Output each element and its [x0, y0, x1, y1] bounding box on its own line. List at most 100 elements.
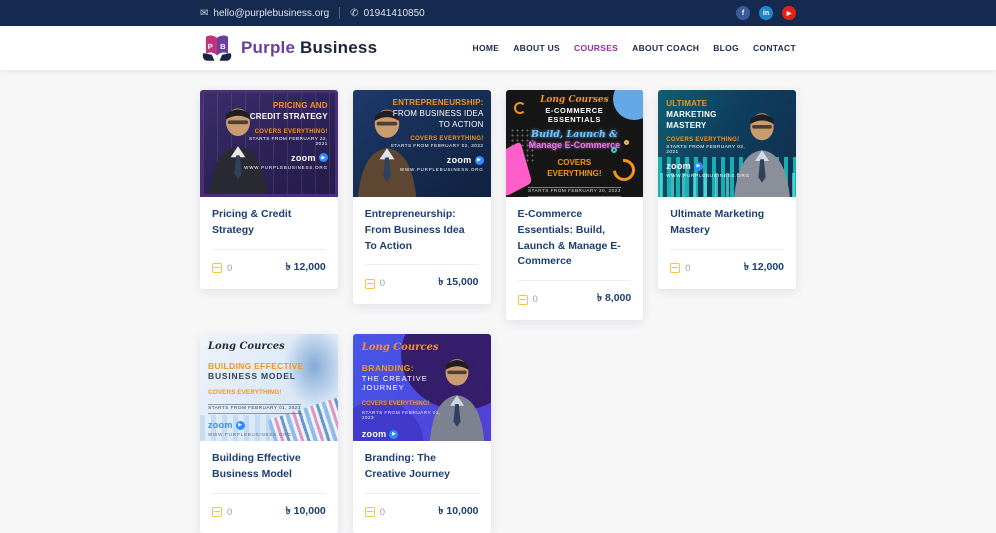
- phone-link[interactable]: ✆ 01941410850: [350, 8, 425, 19]
- lessons-count: 0: [212, 263, 232, 274]
- course-banner-entrepreneurship[interactable]: ENTREPRENEURSHIP: FROM BUSINESS IDEA TO …: [352, 90, 491, 197]
- course-banner-ecommerce[interactable]: Long Courses E-COMMERCE ESSENTIALS Build…: [505, 90, 644, 197]
- banner-title-line2: FROM BUSINESS IDEA TO ACTION: [392, 108, 484, 129]
- banner-covers: COVERS EVERYTHING!: [254, 128, 328, 135]
- zoom-wordmark: zoom: [208, 420, 233, 430]
- course-price: ৳ 12,000: [285, 260, 326, 273]
- lessons-count-value: 0: [532, 294, 538, 305]
- course-title[interactable]: Ultimate Marketing Mastery: [670, 207, 784, 239]
- zoom-wordmark: zoom: [666, 161, 691, 172]
- brand-name: Purple Business: [241, 38, 377, 58]
- youtube-icon[interactable]: ▶: [782, 6, 796, 20]
- course-title[interactable]: Entrepreneurship: From Business Idea To …: [365, 207, 479, 254]
- course-title[interactable]: Branding: The Creative Journey: [365, 451, 479, 483]
- course-banner-branding[interactable]: Long Cources BRANDING: THE CREATIVE JOUR…: [352, 334, 491, 441]
- banner-script: Long Courses: [540, 95, 609, 105]
- banner-title-line1: BRANDING:: [361, 363, 414, 373]
- zoom-video-icon: ▶: [474, 155, 484, 165]
- course-card-entrepreneurship[interactable]: ENTREPRENEURSHIP: FROM BUSINESS IDEA TO …: [352, 90, 491, 305]
- course-card-business-model[interactable]: Long Cources BUILDING EFFECTIVE BUSINESS…: [200, 334, 338, 533]
- nav-item-about-us[interactable]: ABOUT US: [513, 43, 560, 53]
- card-body: Pricing & Credit Strategy 0 ৳ 12,000: [200, 197, 338, 289]
- header: P B Purple Business HOME ABOUT US COURSE…: [0, 26, 996, 70]
- course-banner-pricing[interactable]: PRICING AND CREDIT STRATEGY COVERS EVERY…: [200, 90, 338, 197]
- email-link[interactable]: ✉ hello@purplebusiness.org: [200, 8, 329, 19]
- card-footer: 0 ৳ 12,000: [670, 250, 784, 277]
- lessons-count: 0: [670, 262, 691, 274]
- main-nav: HOME ABOUT US COURSES ABOUT COACH BLOG C…: [473, 43, 796, 53]
- zoom-wordmark: zoom: [361, 429, 387, 439]
- zoom-wordmark: zoom: [446, 155, 472, 166]
- svg-text:P: P: [208, 42, 213, 51]
- banner-script: Long Cources: [361, 342, 439, 353]
- banner-covers: COVERS EVERYTHING!: [410, 136, 484, 143]
- nav-item-contact[interactable]: CONTACT: [753, 43, 796, 53]
- course-card-marketing[interactable]: ULTIMATE MARKETING MASTERY COVERS EVERYT…: [658, 90, 796, 289]
- banner-script: Long Cources: [208, 341, 285, 352]
- nav-item-courses[interactable]: COURSES: [574, 43, 618, 53]
- course-price: ৳ 12,000: [743, 260, 784, 273]
- card-footer: 0 ৳ 15,000: [364, 265, 479, 292]
- banner-site: WWW.PURPLEBUSINESS.ORG: [208, 432, 292, 437]
- card-body: Entrepreneurship: From Business Idea To …: [353, 197, 491, 304]
- banner-title-line2: MARKETING MASTERY: [666, 109, 717, 130]
- lessons-count-value: 0: [685, 262, 691, 274]
- course-card-branding[interactable]: Long Cources BRANDING: THE CREATIVE JOUR…: [352, 334, 491, 533]
- nav-item-blog[interactable]: BLOG: [713, 43, 739, 53]
- card-footer: 0 ৳ 10,000: [364, 494, 479, 521]
- course-banner-business-model[interactable]: Long Cources BUILDING EFFECTIVE BUSINESS…: [200, 334, 338, 441]
- lessons-count-value: 0: [379, 278, 386, 290]
- nav-item-home[interactable]: HOME: [473, 43, 500, 53]
- topbar-inner: ✉ hello@purplebusiness.org ✆ 01941410850…: [200, 0, 796, 26]
- course-title[interactable]: Building Effective Business Model: [212, 451, 326, 483]
- brand-logo[interactable]: P B Purple Business: [200, 31, 377, 65]
- courses-section: PRICING AND CREDIT STRATEGY COVERS EVERY…: [200, 90, 796, 533]
- linkedin-icon[interactable]: in: [759, 6, 773, 20]
- zoom-logo: zoom ▶: [666, 161, 751, 171]
- envelope-icon: ✉: [200, 7, 209, 19]
- banner-title-line2: THE CREATIVE JOURNEY: [361, 374, 428, 392]
- lessons-icon: [670, 263, 681, 273]
- banner-title-line2: BUSINESS MODEL: [208, 371, 296, 381]
- course-card-pricing[interactable]: PRICING AND CREDIT STRATEGY COVERS EVERY…: [200, 90, 338, 289]
- zoom-logo: zoom ▶: [208, 420, 307, 430]
- lessons-count: 0: [517, 294, 538, 305]
- banner-covers: COVERS EVERYTHING!: [666, 137, 740, 144]
- zoom-video-icon: ▶: [693, 161, 703, 171]
- banner-site: WWW.PURPLEBUSINESS.ORG: [244, 164, 328, 170]
- banner-title-line2: CREDIT STRATEGY: [249, 111, 328, 121]
- email-text: hello@purplebusiness.org: [213, 7, 330, 19]
- course-title[interactable]: E-Commerce Essentials: Build, Launch & M…: [518, 207, 632, 270]
- facebook-icon[interactable]: f: [736, 6, 750, 20]
- course-banner-marketing[interactable]: ULTIMATE MARKETING MASTERY COVERS EVERYT…: [658, 90, 796, 197]
- zoom-video-icon: ▶: [389, 429, 399, 439]
- topbar: ✉ hello@purplebusiness.org ✆ 01941410850…: [0, 0, 996, 26]
- banner-starts: STARTS FROM FEBRUARY 22, 2021: [248, 136, 328, 147]
- banner-site: WWW.PURPLEBUSINESS.ORG: [666, 173, 750, 179]
- banner-starts: STARTS FROM FEBRUARY 01, 2023: [361, 411, 441, 421]
- lessons-count-value: 0: [227, 506, 233, 518]
- zoom-logo: zoom ▶: [362, 429, 450, 439]
- banner-covers: COVERS EVERYTHING!: [547, 158, 602, 179]
- lessons-count-value: 0: [379, 506, 386, 518]
- banner-starts: STARTS FROM FEBRUARY 01, 2023: [208, 403, 301, 414]
- lessons-icon: [364, 507, 375, 517]
- card-body: Ultimate Marketing Mastery 0 ৳ 12,000: [658, 197, 796, 289]
- course-title[interactable]: Pricing & Credit Strategy: [212, 207, 326, 239]
- social-group: f in ▶: [736, 6, 796, 20]
- lessons-icon: [212, 507, 222, 517]
- banner-covers: COVERS EVERYTHING!: [361, 401, 430, 407]
- zoom-logo: zoom ▶: [384, 155, 484, 166]
- course-card-ecommerce[interactable]: Long Courses E-COMMERCE ESSENTIALS Build…: [505, 90, 644, 320]
- card-body: Branding: The Creative Journey 0 ৳ 10,00…: [353, 441, 491, 533]
- banner-title-line1: PRICING AND: [272, 101, 328, 110]
- courses-grid: PRICING AND CREDIT STRATEGY COVERS EVERY…: [200, 90, 796, 533]
- banner-starts: STARTS FROM FEBRUARY 02, 2022: [390, 144, 484, 150]
- banner-title-line1: Build, Launch &: [531, 129, 618, 140]
- zoom-logo: zoom ▶: [236, 153, 328, 163]
- brand-name-primary: Purple: [241, 38, 296, 57]
- phone-text: 01941410850: [363, 7, 425, 19]
- zoom-video-icon: ▶: [235, 420, 245, 430]
- banner-title-line2: Manage E-Commerce: [528, 140, 621, 150]
- nav-item-about-coach[interactable]: ABOUT COACH: [632, 43, 699, 53]
